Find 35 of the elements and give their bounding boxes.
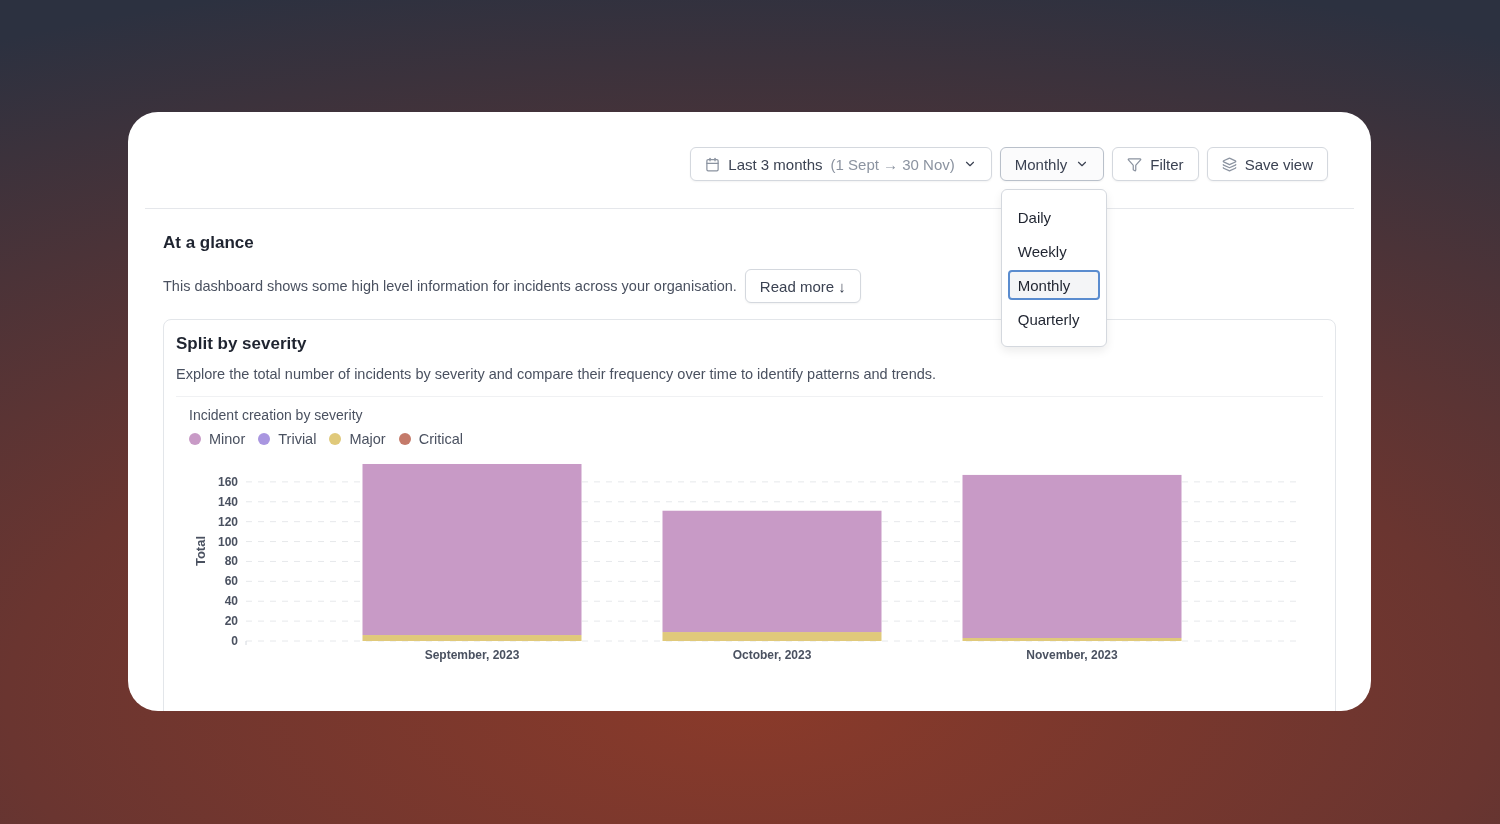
chart-title: Incident creation by severity: [189, 407, 364, 423]
panel-title: Split by severity: [176, 334, 307, 354]
legend-label: Critical: [418, 431, 463, 447]
filter-icon: [1127, 156, 1143, 172]
intro-text: This dashboard shows some high level information for incidents across your organisation.: [163, 278, 737, 294]
y-tick-label: 0: [231, 634, 238, 648]
filter-button[interactable]: Filter: [1112, 147, 1199, 181]
x-tick-label: September, 2023: [424, 648, 520, 662]
y-tick-label: 40: [224, 594, 238, 609]
save-view-button[interactable]: Save view: [1206, 147, 1328, 181]
y-tick-label: 80: [224, 554, 238, 569]
legend-label: Minor: [209, 431, 246, 447]
legend-label: Major: [349, 431, 386, 447]
calendar-icon: [705, 156, 721, 172]
section-title: At a glance: [163, 233, 254, 253]
read-more-button[interactable]: Read more ↓: [744, 269, 861, 303]
y-axis-label: Total: [193, 535, 208, 567]
menu-item[interactable]: Quarterly: [1007, 304, 1100, 334]
y-tick-label: 20: [224, 614, 238, 629]
x-tick-label: October, 2023: [732, 648, 812, 662]
date-range-detail: (1 Sept → 30 Nov): [830, 155, 955, 173]
granularity-dropdown[interactable]: Monthly: [999, 147, 1105, 181]
y-tick-label: 100: [217, 534, 238, 549]
y-tick-label: 120: [217, 514, 238, 529]
date-range-button[interactable]: Last 3 months (1 Sept → 30 Nov): [690, 147, 992, 181]
y-tick-label: 160: [217, 474, 238, 489]
legend-label: Trivial: [278, 431, 317, 447]
panel-description: Explore the total number of incidents by severity and compare their frequency over time to identify patterns and trends.: [176, 366, 938, 382]
layers-icon: [1221, 156, 1237, 172]
menu-item[interactable]: Monthly: [1007, 270, 1100, 300]
y-tick-label: 60: [224, 574, 238, 589]
y-tick-label: 140: [217, 494, 238, 509]
menu-item[interactable]: Weekly: [1007, 236, 1100, 266]
x-tick-label: November, 2023: [1026, 648, 1118, 662]
menu-item[interactable]: Daily: [1007, 202, 1100, 232]
